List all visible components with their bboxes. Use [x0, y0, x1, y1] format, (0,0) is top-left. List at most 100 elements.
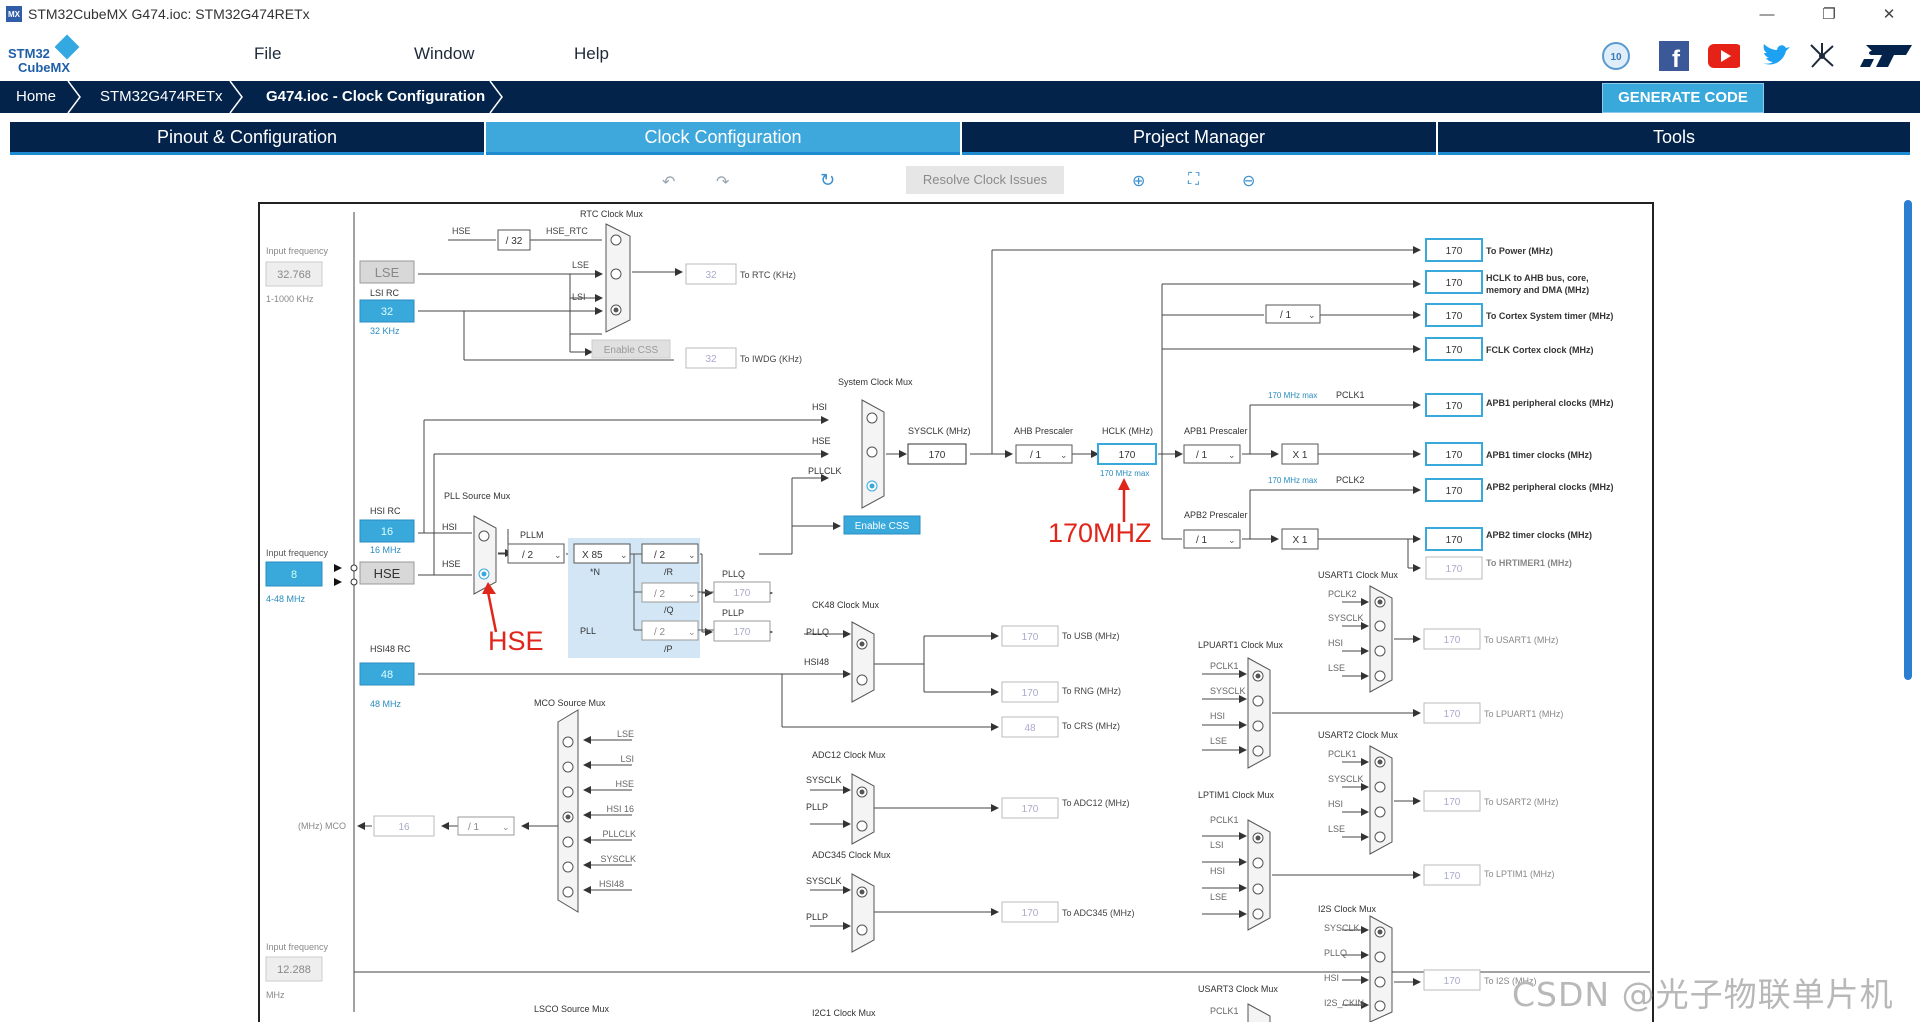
rtc-lsi-label: LSI [572, 292, 586, 302]
svg-text:10: 10 [1610, 52, 1622, 63]
zoom-in-icon[interactable]: ⊕ [1132, 171, 1145, 191]
apb1-peripheral-output-value: 170 [1446, 401, 1463, 412]
usart1-input-0: PCLK2 [1328, 589, 1357, 599]
tab-pinout-configuration[interactable]: Pinout & Configuration [10, 122, 484, 155]
apb2-timer-output-value: 170 [1446, 535, 1463, 546]
tab-tools[interactable]: Tools [1438, 122, 1910, 155]
pll-source-mux[interactable] [473, 515, 497, 595]
restore-button[interactable]: ❐ [1806, 0, 1852, 28]
minimize-button[interactable]: — [1744, 0, 1790, 28]
sysmux-hse-label: HSE [812, 436, 831, 446]
usart3-clock-mux[interactable] [1247, 1003, 1271, 1022]
pll-q-label: /Q [664, 605, 674, 615]
breadcrumb-device[interactable]: STM32G474RETx [100, 81, 223, 113]
mco-input-hsi48: HSI48 [599, 879, 624, 889]
chevron-down-icon: ⌄ [554, 550, 562, 560]
i2c1-mux-title: I2C1 Clock Mux [812, 1008, 876, 1018]
network-share-icon[interactable] [1806, 40, 1838, 72]
ck48-clock-mux[interactable] [851, 621, 875, 703]
usart1-mux-title: USART1 Clock Mux [1318, 570, 1398, 580]
reset-icon[interactable]: ↻ [820, 170, 835, 191]
breadcrumb-home[interactable]: Home [16, 81, 56, 113]
pllq-output-value: 170 [734, 588, 751, 599]
system-clock-mux-title: System Clock Mux [838, 377, 913, 387]
resolve-clock-issues-button[interactable]: Resolve Clock Issues [906, 166, 1064, 194]
apb2-prescaler-value: / 1 [1196, 535, 1208, 546]
pllm-value: / 2 [522, 550, 534, 561]
lptim1-input-3: LSE [1210, 892, 1227, 902]
chevron-down-icon: ⌄ [620, 550, 628, 560]
chevron-down-icon: ⌄ [688, 589, 696, 599]
facebook-icon[interactable]: f [1658, 40, 1690, 72]
ck48-hsi48-label: HSI48 [804, 657, 829, 667]
pll-label: PLL [580, 626, 596, 636]
pll-mux-hse-label: HSE [442, 559, 461, 569]
chevron-down-icon: ⌄ [502, 822, 510, 832]
lsi-rc-label: LSI RC [370, 288, 400, 298]
youtube-icon[interactable] [1708, 40, 1740, 72]
apb2-peripheral-output-label: APB2 peripheral clocks (MHz) [1486, 482, 1614, 492]
ahb-prescaler-label: AHB Prescaler [1014, 426, 1073, 436]
crs-output-label: To CRS (MHz) [1062, 721, 1120, 731]
lpuart1-output-value: 170 [1444, 709, 1461, 720]
zoom-out-icon[interactable]: ⊖ [1242, 171, 1255, 191]
mco-input-pllclk: PLLCLK [602, 829, 636, 839]
cortex-timer-output-value: 170 [1446, 311, 1463, 322]
breadcrumb-current: G474.ioc - Clock Configuration [266, 88, 486, 105]
apb1-prescaler-label: APB1 Prescaler [1184, 426, 1248, 436]
usart1-output-value: 170 [1444, 635, 1461, 646]
mco-input-sysclk: SYSCLK [600, 854, 636, 864]
menu-window[interactable]: Window [414, 44, 474, 64]
sysmux-enable-css-label: Enable CSS [855, 521, 910, 532]
hrtimer1-output-label: To HRTIMER1 (MHz) [1486, 558, 1572, 568]
fit-to-screen-icon[interactable]: ⛶ [1188, 171, 1199, 189]
chevron-down-icon: ⌄ [1228, 535, 1236, 545]
ck48-pllq-label: PLLQ [806, 627, 829, 637]
adc12-clock-mux[interactable] [851, 773, 875, 845]
lptim1-mux-title: LPTIM1 Clock Mux [1198, 790, 1275, 800]
pclk2-label: PCLK2 [1336, 475, 1365, 485]
vertical-scrollbar[interactable] [1904, 200, 1912, 680]
anniversary-badge-icon[interactable]: 10 [1600, 40, 1632, 72]
mco-output-label: (MHz) MCO [298, 821, 346, 831]
sysmux-pllclk-label: PLLCLK [808, 466, 842, 476]
lse-input-value: 32.768 [277, 269, 311, 281]
lpuart1-input-0: PCLK1 [1210, 661, 1239, 671]
cortex-timer-divider-value: / 1 [1280, 310, 1292, 321]
generate-code-button[interactable]: GENERATE CODE [1602, 83, 1764, 113]
hsi-value: 16 [381, 526, 393, 538]
usb-output-value: 170 [1022, 632, 1039, 643]
apb1-timer-multiplier-value: X 1 [1292, 450, 1307, 461]
adc345-clock-mux[interactable] [851, 873, 875, 953]
menu-file[interactable]: File [254, 44, 281, 64]
tab-project-manager[interactable]: Project Manager [962, 122, 1436, 155]
chevron-down-icon: ⌄ [688, 550, 696, 560]
sysmux-hsi-label: HSI [812, 402, 827, 412]
hclk-label: HCLK (MHz) [1102, 426, 1153, 436]
twitter-icon[interactable] [1760, 40, 1792, 72]
mco-input-lse: LSE [617, 729, 634, 739]
hse-annotation: HSE [482, 582, 544, 656]
tab-clock-configuration[interactable]: Clock Configuration [486, 122, 960, 155]
rtc-hse-label: HSE [452, 226, 471, 236]
window-title: STM32CubeMX G474.ioc: STM32G474RETx [28, 6, 310, 22]
adc345-mux-title: ADC345 Clock Mux [812, 850, 891, 860]
apb2-peripheral-output-value: 170 [1446, 486, 1463, 497]
hclk-annotation-label: 170MHZ [1048, 518, 1152, 548]
undo-icon[interactable]: ↶ [662, 172, 675, 192]
usart1-input-2: HSI [1328, 638, 1343, 648]
close-button[interactable]: ✕ [1866, 0, 1912, 28]
pll-n-label: *N [590, 567, 600, 577]
st-logo-icon[interactable] [1858, 40, 1914, 72]
adc345-output-label: To ADC345 (MHz) [1062, 908, 1135, 918]
pllp-div-value: / 2 [654, 627, 666, 638]
lptim1-output-value: 170 [1444, 871, 1461, 882]
mco-input-lsi: LSI [620, 754, 634, 764]
redo-icon[interactable]: ↷ [716, 172, 729, 192]
sysclk-label: SYSCLK (MHz) [908, 426, 971, 436]
menu-help[interactable]: Help [574, 44, 609, 64]
apb1-timer-output-value: 170 [1446, 450, 1463, 461]
pll-r-label: /R [664, 567, 674, 577]
pclk1-label: PCLK1 [1336, 390, 1365, 400]
fclk-output-label: FCLK Cortex clock (MHz) [1486, 345, 1594, 355]
